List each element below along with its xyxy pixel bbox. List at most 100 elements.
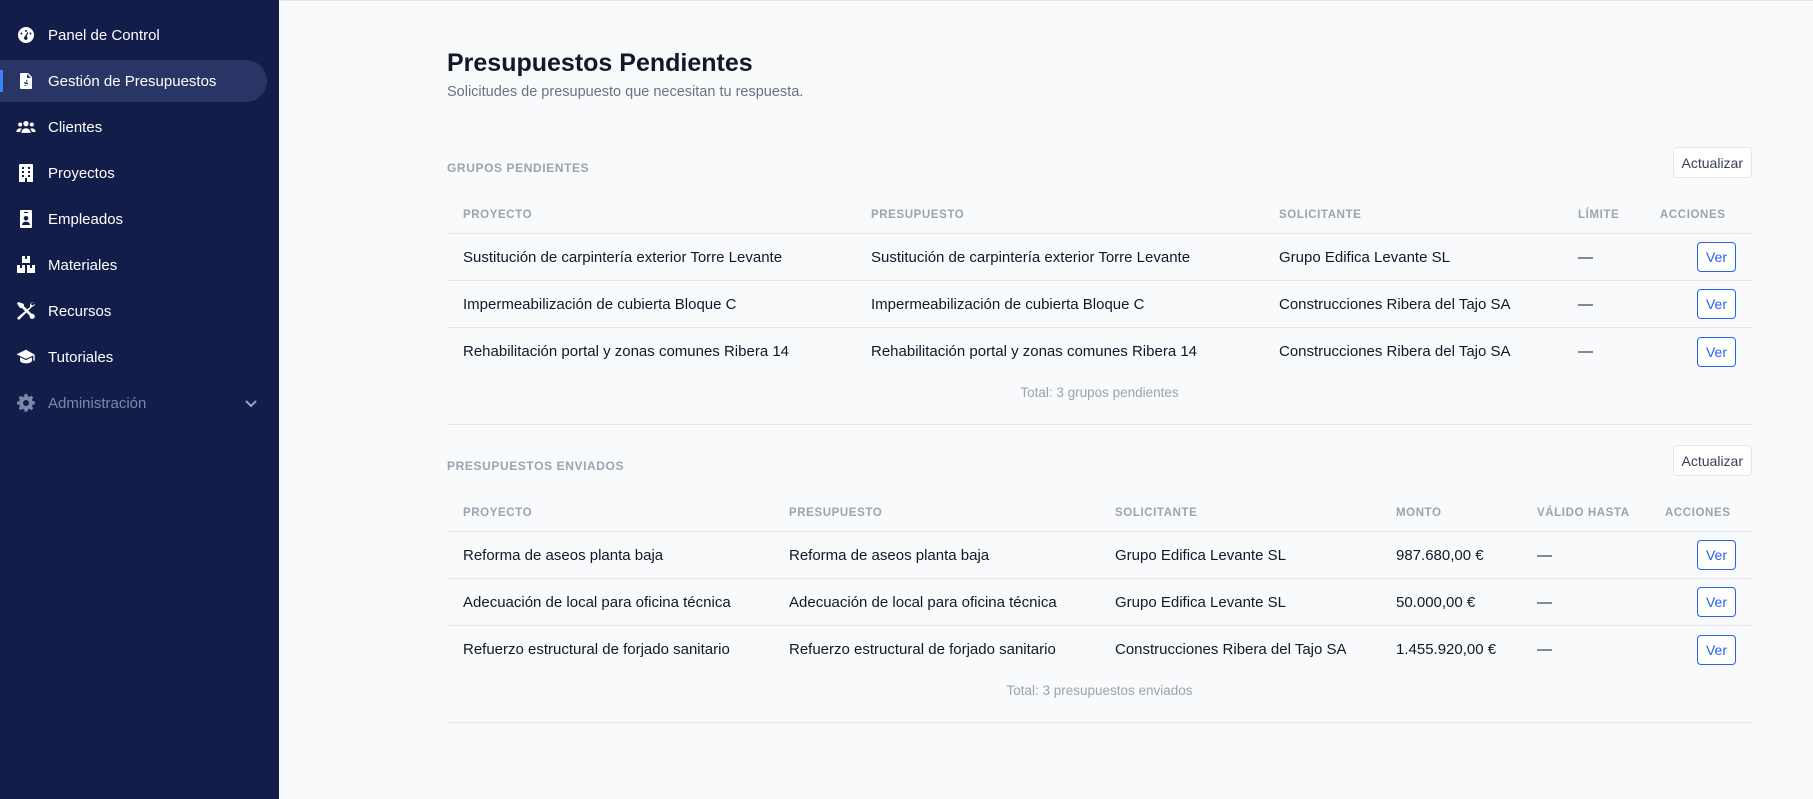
table-row: Adecuación de local para oficina técnica… — [447, 579, 1752, 626]
view-button[interactable]: Ver — [1697, 634, 1736, 665]
sidebar-item-recursos[interactable]: Recursos — [0, 290, 267, 332]
cell-acciones: Ver — [1649, 634, 1752, 665]
column-header-acciones: ACCIONES — [1660, 208, 1726, 221]
sidebar-item-label: Empleados — [48, 210, 124, 228]
cell-acciones: Ver — [1649, 587, 1752, 617]
table-row: Sustitución de carpintería exterior Torr… — [447, 234, 1752, 281]
cell-solicitante: Construcciones Ribera del Tajo SA — [1279, 295, 1511, 313]
sent-budgets-section: PRESUPUESTOS ENVIADOS Actualizar PROYECT… — [447, 445, 1752, 723]
table-row: Rehabilitación portal y zonas comunes Ri… — [447, 328, 1752, 375]
column-header-limite: LÍMITE — [1578, 208, 1620, 221]
sidebar-item-label: Tutoriales — [48, 348, 114, 366]
boxes-icon — [14, 253, 38, 277]
users-icon — [14, 115, 38, 139]
sidebar-item-tutoriales[interactable]: Tutoriales — [0, 336, 267, 378]
sidebar-item-label: Gestión de Presupuestos — [48, 72, 217, 90]
graduation-cap-icon — [14, 345, 38, 369]
cell-presupuesto: Reforma de aseos planta baja — [789, 546, 990, 564]
sidebar-item-label: Recursos — [48, 302, 112, 320]
cell-proyecto: Sustitución de carpintería exterior Torr… — [463, 248, 783, 266]
sidebar-item-clientes[interactable]: Clientes — [0, 106, 267, 148]
cell-acciones: Ver — [1649, 540, 1752, 570]
cell-presupuesto: Refuerzo estructural de forjado sanitari… — [789, 641, 1056, 658]
building-icon — [14, 161, 38, 185]
page-subtitle: Solicitudes de presupuesto que necesitan… — [447, 84, 804, 100]
sidebar-item-materiales[interactable]: Materiales — [0, 244, 267, 286]
cell-proyecto: Adecuación de local para oficina técnica — [463, 593, 731, 611]
sidebar-item-label: Panel de Control — [48, 26, 160, 44]
table-header: PROYECTO PRESUPUESTO SOLICITANTE LÍMITE … — [447, 196, 1752, 234]
sidebar: Panel de Control Gestión de Presupuestos… — [0, 0, 279, 799]
page-title: Presupuestos Pendientes — [447, 49, 753, 77]
cell-proyecto: Rehabilitación portal y zonas comunes Ri… — [463, 343, 790, 360]
view-button[interactable]: Ver — [1697, 336, 1736, 367]
sidebar-item-empleados[interactable]: Empleados — [0, 198, 267, 240]
table-row: Refuerzo estructural de forjado sanitari… — [447, 626, 1752, 673]
cell-limite: — — [1578, 295, 1593, 313]
pending-total: Total: 3 grupos pendientes — [1020, 385, 1179, 400]
table-header: PROYECTO PRESUPUESTO SOLICITANTE MONTO V… — [447, 494, 1752, 532]
cell-proyecto: Refuerzo estructural de forjado sanitari… — [463, 641, 730, 658]
cell-limite: — — [1578, 343, 1593, 360]
pending-groups-section: GRUPOS PENDIENTES Actualizar PROYECTO PR… — [447, 147, 1752, 425]
column-header-valido-hasta: VÁLIDO HASTA — [1537, 506, 1630, 519]
column-header-solicitante: SOLICITANTE — [1115, 506, 1198, 519]
cell-valido-hasta: — — [1537, 641, 1552, 658]
cell-solicitante: Grupo Edifica Levante SL — [1115, 593, 1286, 611]
sidebar-item-panel-de-control[interactable]: Panel de Control — [0, 14, 267, 56]
cell-solicitante: Grupo Edifica Levante SL — [1279, 248, 1450, 266]
cell-monto: 987.680,00 € — [1396, 546, 1484, 564]
tools-icon — [14, 299, 38, 323]
cell-solicitante: Construcciones Ribera del Tajo SA — [1115, 641, 1347, 658]
cell-solicitante: Grupo Edifica Levante SL — [1115, 546, 1286, 564]
sidebar-item-label: Proyectos — [48, 164, 115, 182]
sent-total: Total: 3 presupuestos enviados — [1006, 683, 1193, 698]
id-badge-icon — [14, 207, 38, 231]
cell-proyecto: Impermeabilización de cubierta Bloque C — [463, 295, 737, 313]
cell-valido-hasta: — — [1537, 593, 1552, 611]
cell-limite: — — [1578, 248, 1593, 266]
table-row: Impermeabilización de cubierta Bloque C … — [447, 281, 1752, 328]
view-button[interactable]: Ver — [1697, 289, 1736, 319]
gauge-icon — [14, 23, 38, 47]
column-header-monto: MONTO — [1396, 506, 1442, 519]
file-invoice-icon — [14, 69, 38, 93]
gear-icon — [14, 391, 38, 415]
column-header-proyecto: PROYECTO — [463, 208, 533, 221]
section-title: GRUPOS PENDIENTES — [447, 161, 590, 175]
column-header-acciones: ACCIONES — [1665, 506, 1731, 519]
sidebar-item-label: Materiales — [48, 256, 118, 274]
cell-solicitante: Construcciones Ribera del Tajo SA — [1279, 343, 1511, 360]
cell-presupuesto: Sustitución de carpintería exterior Torr… — [871, 248, 1191, 266]
sidebar-item-proyectos[interactable]: Proyectos — [0, 152, 267, 194]
pending-groups-table: PROYECTO PRESUPUESTO SOLICITANTE LÍMITE … — [447, 196, 1752, 411]
sidebar-item-gestion-de-presupuestos[interactable]: Gestión de Presupuestos — [0, 60, 267, 102]
sent-budgets-table: PROYECTO PRESUPUESTO SOLICITANTE MONTO V… — [447, 494, 1752, 709]
sidebar-item-label: Clientes — [48, 118, 103, 136]
cell-proyecto: Reforma de aseos planta baja — [463, 546, 664, 564]
sidebar-item-label: Administración — [48, 394, 147, 412]
cell-acciones: Ver — [1644, 289, 1752, 319]
cell-monto: 1.455.920,00 € — [1396, 641, 1497, 658]
column-header-presupuesto: PRESUPUESTO — [789, 506, 883, 519]
main-content: Presupuestos Pendientes Solicitudes de p… — [279, 0, 1813, 799]
section-title: PRESUPUESTOS ENVIADOS — [447, 459, 625, 473]
cell-monto: 50.000,00 € — [1396, 593, 1476, 611]
table-row: Reforma de aseos planta baja Reforma de … — [447, 532, 1752, 579]
chevron-down-icon[interactable] — [243, 395, 259, 411]
column-header-proyecto: PROYECTO — [463, 506, 533, 519]
cell-valido-hasta: — — [1537, 546, 1552, 564]
view-button[interactable]: Ver — [1697, 540, 1736, 570]
sidebar-item-administracion[interactable]: Administración — [0, 382, 267, 424]
column-header-solicitante: SOLICITANTE — [1279, 208, 1362, 221]
refresh-sent-button[interactable]: Actualizar — [1672, 445, 1752, 476]
view-button[interactable]: Ver — [1697, 242, 1736, 272]
cell-presupuesto: Rehabilitación portal y zonas comunes Ri… — [871, 343, 1198, 360]
cell-presupuesto: Adecuación de local para oficina técnica — [789, 593, 1057, 611]
column-header-presupuesto: PRESUPUESTO — [871, 208, 965, 221]
view-button[interactable]: Ver — [1697, 587, 1736, 617]
cell-presupuesto: Impermeabilización de cubierta Bloque C — [871, 295, 1145, 313]
refresh-pending-button[interactable]: Actualizar — [1672, 147, 1752, 178]
cell-acciones: Ver — [1644, 242, 1752, 272]
cell-acciones: Ver — [1644, 336, 1752, 367]
